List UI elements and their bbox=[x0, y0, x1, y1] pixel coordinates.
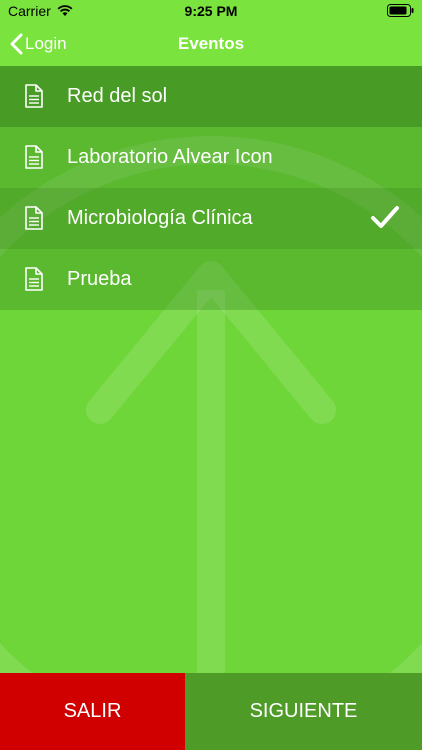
list-item-label: Microbiología Clínica bbox=[67, 207, 253, 229]
back-button[interactable]: Login bbox=[10, 22, 67, 66]
document-icon bbox=[25, 145, 43, 169]
navigation-bar: Eventos Login bbox=[0, 22, 422, 66]
battery-icon bbox=[387, 4, 414, 17]
footer-bar: SALIR SIGUIENTE bbox=[0, 673, 422, 750]
document-icon bbox=[25, 267, 43, 291]
list-item[interactable]: Red del sol bbox=[0, 66, 422, 127]
status-time: 9:25 PM bbox=[184, 3, 238, 19]
exit-button[interactable]: SALIR bbox=[0, 673, 185, 750]
checkmark-icon bbox=[371, 206, 399, 228]
document-icon bbox=[25, 84, 43, 108]
list-item-label: Laboratorio Alvear Icon bbox=[67, 146, 273, 168]
back-button-label: Login bbox=[25, 34, 67, 53]
events-list: Red del sol Laboratorio Alvear Icon Micr… bbox=[0, 66, 422, 310]
list-item-label: Red del sol bbox=[67, 85, 168, 107]
list-item[interactable]: Prueba bbox=[0, 249, 422, 310]
next-button[interactable]: SIGUIENTE bbox=[185, 673, 422, 750]
list-item-label: Prueba bbox=[67, 268, 132, 290]
document-icon bbox=[25, 206, 43, 230]
list-item-selected[interactable]: Microbiología Clínica bbox=[0, 188, 422, 249]
status-bar: Carrier 9:25 PM bbox=[0, 0, 422, 22]
list-item[interactable]: Laboratorio Alvear Icon bbox=[0, 127, 422, 188]
battery-indicator bbox=[387, 4, 414, 20]
chevron-left-icon bbox=[10, 33, 23, 55]
